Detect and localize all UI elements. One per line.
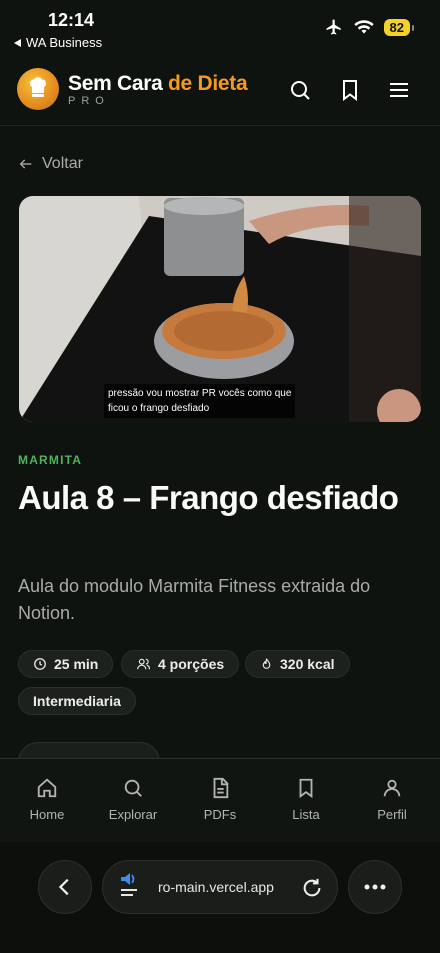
brand-title-part2: de Dieta xyxy=(168,72,248,95)
caption-line-1: pressão vou mostrar PR vocês como que xyxy=(108,388,292,399)
battery-indicator: 82 xyxy=(383,18,415,36)
calories-label: 320 kcal xyxy=(280,656,335,672)
nav-item-home[interactable]: Home xyxy=(7,777,87,822)
nav-item-list[interactable]: Lista xyxy=(266,777,346,822)
level-chip: Intermediaria xyxy=(18,687,136,715)
search-icon[interactable] xyxy=(288,78,312,102)
nav-profile-label: Perfil xyxy=(377,807,407,822)
level-label: Intermediaria xyxy=(33,693,121,709)
bookmark-icon xyxy=(299,778,313,799)
document-icon xyxy=(213,777,229,799)
app-header: Sem Cara de Dieta PRO xyxy=(0,60,440,126)
lesson-description: Aula do modulo Marmita Fitness extraida … xyxy=(18,576,371,623)
nav-home-label: Home xyxy=(29,807,65,822)
browser-back-button[interactable] xyxy=(38,860,92,914)
back-to-app-link[interactable]: WA Business xyxy=(14,35,102,50)
calories-chip: 320 kcal xyxy=(245,650,350,678)
duration-label: 25 min xyxy=(54,656,99,672)
wifi-icon xyxy=(353,20,374,34)
more-horizontal-icon xyxy=(364,884,386,890)
brand-title-part1: Sem Cara xyxy=(68,72,169,95)
clock-icon xyxy=(34,658,46,670)
nav-item-pdfs[interactable]: PDFs xyxy=(180,777,260,822)
video-caption: pressão vou mostrar PR vocês como que fi… xyxy=(104,384,296,418)
menu-icon[interactable] xyxy=(387,78,411,102)
nav-pdfs-label: PDFs xyxy=(203,807,237,822)
back-app-label: WA Business xyxy=(26,35,103,50)
browser-more-button[interactable] xyxy=(348,860,402,914)
address-bar[interactable]: ro-main.vercel.app xyxy=(102,860,338,914)
nav-explore-label: Explorar xyxy=(108,807,158,822)
user-icon xyxy=(383,779,401,797)
users-icon xyxy=(137,658,150,670)
home-icon xyxy=(37,778,57,798)
caption-line-2: ficou o frango desfiado xyxy=(108,403,210,414)
url-text: ro-main.vercel.app xyxy=(158,879,274,895)
brand-title: Sem Cara de Dieta xyxy=(68,72,248,96)
lesson-category: MARMITA xyxy=(18,453,83,467)
logo-icon xyxy=(17,68,59,110)
nav-list-label: Lista xyxy=(292,807,320,822)
bookmark-icon[interactable] xyxy=(338,78,362,102)
flame-icon xyxy=(262,658,271,669)
brand-subtitle: PRO xyxy=(68,95,110,107)
duration-chip: 25 min xyxy=(18,650,114,678)
status-time: 12:14 xyxy=(48,10,95,30)
video-player[interactable]: pressão vou mostrar PR vocês como que fi… xyxy=(19,196,421,422)
reload-icon[interactable] xyxy=(301,877,323,899)
nav-item-explore[interactable]: Explorar xyxy=(93,777,173,822)
speaker-icon xyxy=(121,873,137,896)
nav-item-profile[interactable]: Perfil xyxy=(352,777,432,822)
bottom-navigation: Home Explorar PDFs Lista Perfil xyxy=(0,758,440,842)
back-triangle-icon xyxy=(14,38,21,47)
search-icon xyxy=(124,779,142,797)
browser-toolbar: ro-main.vercel.app xyxy=(0,842,440,953)
portions-label: 4 porções xyxy=(158,656,225,672)
status-bar: 12:14 WA Business 82 xyxy=(0,0,440,56)
portions-chip: 4 porções xyxy=(121,650,240,678)
status-icons: 82 xyxy=(324,18,415,36)
back-link[interactable]: Voltar xyxy=(18,155,83,173)
airplane-icon xyxy=(326,19,341,35)
chevron-left-icon xyxy=(58,878,69,896)
lesson-title: Aula 8 – Frango desfiado xyxy=(18,479,399,516)
arrow-left-icon xyxy=(19,159,32,169)
back-link-label: Voltar xyxy=(42,155,83,172)
